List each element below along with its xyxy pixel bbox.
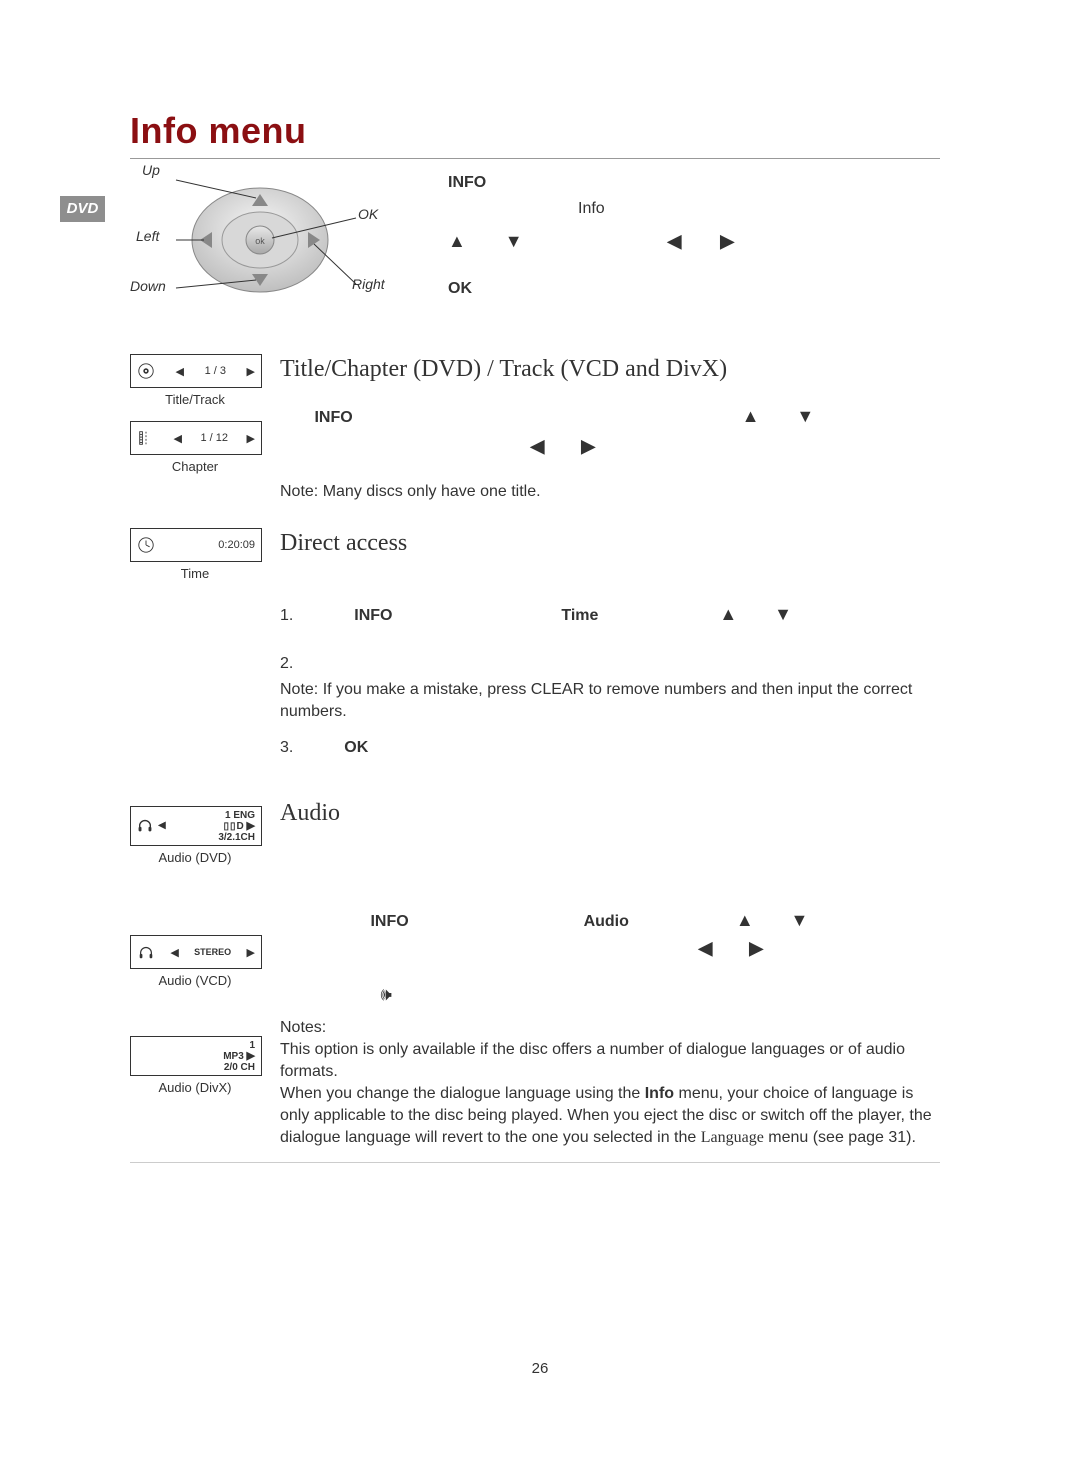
direct-section: Direct access 1. INFO Time ▲ ▼ 2. Note: …: [280, 530, 940, 759]
left-arrow-icon: ◀: [530, 436, 544, 456]
right-arrow-icon: ▶: [581, 436, 595, 456]
intro-ok: OK: [448, 280, 472, 297]
title-note: Note: Many discs only have one title.: [280, 481, 940, 503]
left-arrow-icon: ◀: [667, 231, 681, 251]
title-section-heading: Title/Chapter (DVD) / Track (VCD and Div…: [280, 356, 940, 383]
time-box: 0:20:09: [130, 528, 262, 562]
notes-label: Notes:: [280, 1017, 940, 1039]
left-arrow-icon: ◀: [698, 938, 712, 958]
time-value: 0:20:09: [218, 539, 255, 551]
page-number: 26: [0, 1360, 1080, 1377]
audio-divx-line3: 2/0 CH: [223, 1062, 255, 1073]
title-track-value: 1 / 3: [205, 365, 226, 377]
audio-divx-caption: Audio (DivX): [130, 1080, 260, 1095]
down-arrow-icon: ▼: [774, 604, 792, 624]
right-arrow-icon: ▶: [749, 938, 763, 958]
audio-dvd-line3: 3/2.1CH: [218, 832, 255, 843]
audio-column: ◀ 1 ENG ▯▯D ▶ 3/2.1CH Audio (DVD) ◀ STER…: [130, 806, 260, 1095]
headphones-icon: [136, 816, 154, 834]
title-rule: [130, 158, 940, 159]
audio-note2: When you change the dialogue language us…: [280, 1083, 940, 1149]
remote-down-label: Down: [130, 278, 166, 294]
page-title: Info menu: [130, 110, 940, 152]
remote-diagram: ok Up Left Down OK Right: [130, 160, 410, 320]
down-arrow-icon: ▼: [791, 910, 809, 930]
audio-section: Audio INFO Audio ▲ ▼ ◀ ▶ 🕪 Notes: This o…: [280, 800, 940, 1149]
remote-up-label: Up: [142, 162, 160, 178]
box-prev-icon: ◀: [170, 946, 178, 959]
bottom-rule: [130, 1162, 940, 1163]
box-prev-icon: ◀: [176, 365, 184, 378]
up-arrow-icon: ▲: [448, 231, 466, 251]
audio-vcd-box: ◀ STEREO ▶: [130, 935, 262, 969]
step2-num: 2.: [280, 655, 293, 672]
down-arrow-icon: ▼: [505, 231, 523, 251]
title-track-caption: Title/Track: [130, 392, 260, 407]
dvd-tag: DVD: [60, 196, 105, 222]
audio-word: Audio: [584, 913, 629, 930]
right-arrow-icon: ▶: [720, 231, 734, 251]
direct-heading: Direct access: [280, 530, 940, 557]
intro-info-label: INFO: [448, 174, 486, 191]
up-arrow-icon: ▲: [742, 406, 760, 426]
filmstrip-icon: [137, 429, 155, 447]
title-track-box: ◀ 1 / 3 ▶: [130, 354, 262, 388]
headphones-icon: [137, 943, 155, 961]
intro-block: INFO Info ▲ ▼ ◀ ▶ OK: [448, 172, 928, 300]
audio-heading: Audio: [280, 800, 940, 827]
intro-info-word: Info: [578, 200, 605, 217]
box-next-icon: ▶: [247, 365, 255, 378]
remote-ok-label: OK: [358, 206, 378, 222]
up-arrow-icon: ▲: [719, 604, 737, 624]
remote-left-label: Left: [136, 228, 159, 244]
box-prev-icon: ◀: [158, 820, 166, 831]
step2-note: Note: If you make a mistake, press CLEAR…: [280, 679, 940, 723]
chapter-caption: Chapter: [130, 459, 260, 474]
remote-right-label: Right: [352, 276, 385, 292]
audio-divx-line2: MP3: [223, 1051, 244, 1062]
sound-wave-icon: 🕪: [380, 984, 391, 1004]
box-prev-icon: ◀: [174, 432, 182, 445]
up-arrow-icon: ▲: [736, 910, 754, 930]
audio-divx-box: ◀ 1 MP3 ▶ 2/0 CH: [130, 1036, 262, 1076]
title-info-label: INFO: [314, 409, 352, 426]
box-next-icon: ▶: [247, 432, 255, 445]
audio-note1: This option is only available if the dis…: [280, 1039, 940, 1083]
title-section: Title/Chapter (DVD) / Track (VCD and Div…: [280, 356, 940, 503]
svg-text:ok: ok: [255, 236, 265, 246]
box-next-icon: ▶: [247, 946, 255, 959]
down-arrow-icon: ▼: [796, 406, 814, 426]
title-track-column: ◀ 1 / 3 ▶ Title/Track ◀ 1 / 12 ▶ Chapter: [130, 354, 260, 474]
audio-vcd-value: STEREO: [194, 947, 231, 957]
step1-time: Time: [561, 607, 598, 624]
step1-info: INFO: [354, 607, 392, 624]
chapter-box: ◀ 1 / 12 ▶: [130, 421, 262, 455]
step3-num: 3.: [280, 739, 293, 756]
audio-dvd-line2: D: [237, 821, 244, 832]
audio-info: INFO: [370, 913, 408, 930]
step3-ok: OK: [344, 739, 368, 756]
time-column: 0:20:09 Time: [130, 528, 260, 581]
audio-dvd-caption: Audio (DVD): [130, 850, 260, 865]
step1-num: 1.: [280, 607, 293, 624]
time-caption: Time: [130, 566, 260, 581]
audio-vcd-caption: Audio (VCD): [130, 973, 260, 988]
chapter-value: 1 / 12: [200, 432, 228, 444]
disc-icon: [137, 362, 155, 380]
clock-icon: [137, 536, 155, 554]
